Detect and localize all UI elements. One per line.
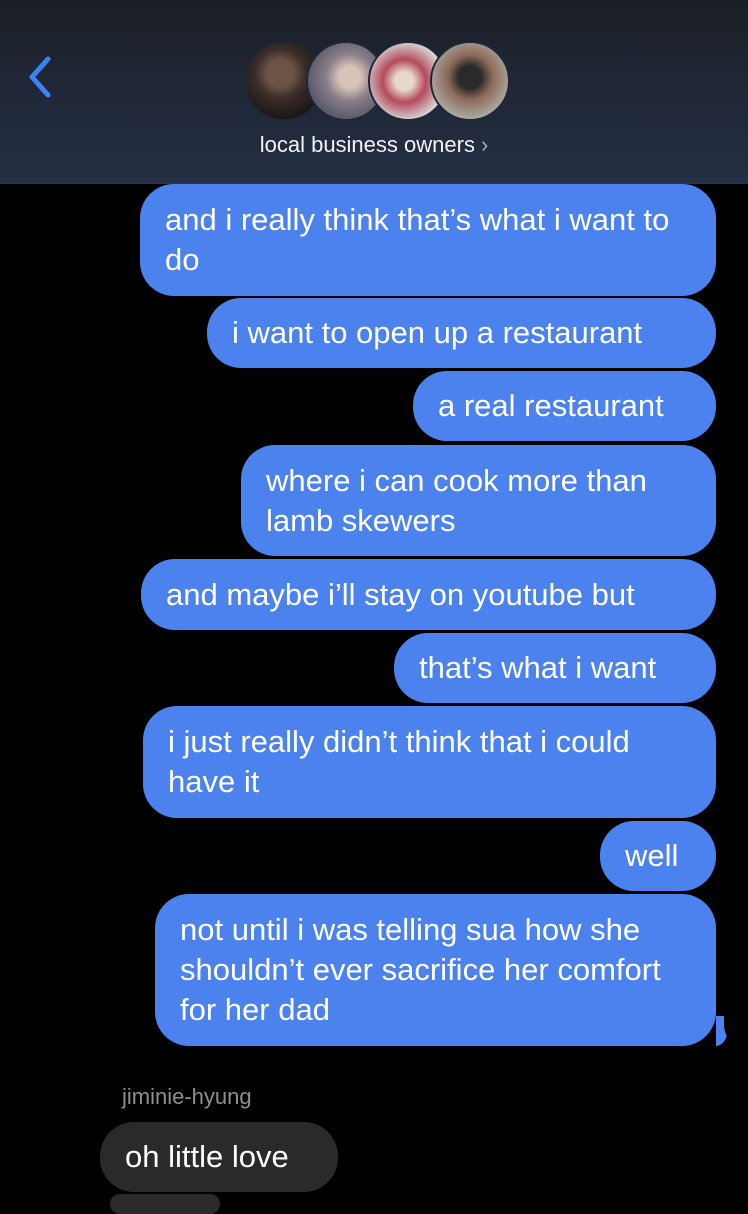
group-name-label: local business owners xyxy=(259,132,475,157)
message-bubble[interactable]: and maybe i’ll stay on youtube but xyxy=(141,559,716,630)
message-bubble[interactable]: and i really think that’s what i want to… xyxy=(140,184,716,296)
group-name-button[interactable]: local business owners › xyxy=(0,132,748,158)
group-avatars[interactable] xyxy=(244,41,510,125)
message-bubble[interactable]: a real restaurant xyxy=(413,371,716,441)
message-text: well xyxy=(625,838,679,873)
incoming-message-bubble-partial[interactable] xyxy=(110,1194,220,1214)
message-bubble[interactable]: well xyxy=(600,821,716,891)
incoming-message-bubble[interactable]: oh little love xyxy=(100,1122,338,1192)
message-text: i want to open up a restaurant xyxy=(232,315,643,350)
message-text: and i really think that’s what i want to… xyxy=(165,202,670,277)
sender-name: jiminie-hyung xyxy=(122,1084,252,1109)
message-text: a real restaurant xyxy=(438,388,664,423)
chevron-right-icon: › xyxy=(480,132,489,157)
message-text: where i can cook more than lamb skewers xyxy=(266,462,647,538)
message-bubble[interactable]: where i can cook more than lamb skewers xyxy=(241,445,716,556)
message-text: and maybe i’ll stay on youtube but xyxy=(166,576,635,612)
message-bubble[interactable]: that’s what i want xyxy=(394,633,716,703)
message-bubble[interactable]: not until i was telling sua how she shou… xyxy=(155,894,716,1046)
bubble-tail-mask xyxy=(724,1000,748,1046)
message-text: i just really didn’t think that i could … xyxy=(168,724,630,799)
message-text: that’s what i want xyxy=(419,650,657,685)
conversation-header: local business owners › xyxy=(0,0,748,184)
message-text: not until i was telling sua how she shou… xyxy=(180,912,661,1027)
message-text: oh little love xyxy=(125,1139,289,1174)
message-bubble[interactable]: i want to open up a restaurant xyxy=(207,298,716,368)
back-button[interactable] xyxy=(22,52,58,102)
message-bubble[interactable]: i just really didn’t think that i could … xyxy=(143,706,716,818)
chevron-left-icon xyxy=(29,56,51,98)
avatar xyxy=(430,41,510,121)
